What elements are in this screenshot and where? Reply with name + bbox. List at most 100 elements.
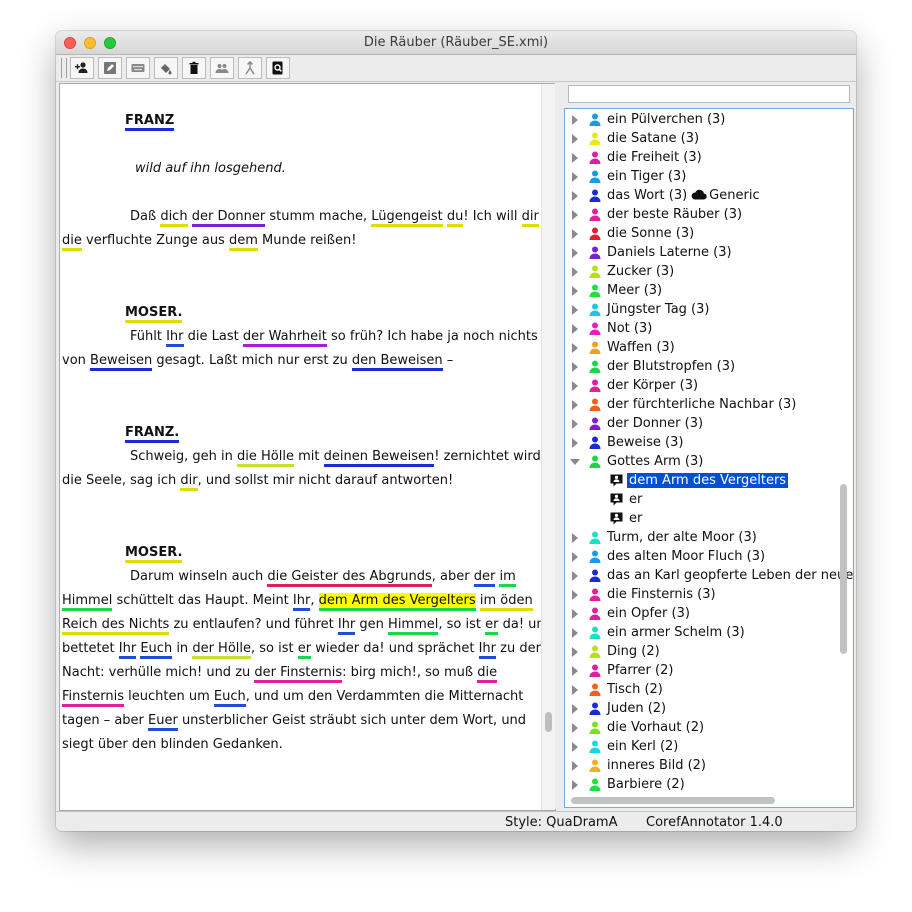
text-line[interactable]: FRANZ xyxy=(125,113,175,131)
text-line[interactable]: die verfluchte Zunge aus dem Munde reiße… xyxy=(62,233,356,251)
expand-arrow-icon[interactable] xyxy=(572,134,578,144)
mention-span[interactable]: dir xyxy=(521,209,539,227)
expand-arrow-icon[interactable] xyxy=(572,742,578,752)
editor-scrollbar[interactable] xyxy=(541,84,555,810)
mention-span[interactable]: den Beweisen xyxy=(351,353,443,371)
text-line[interactable]: tagen – aber Euer unsterblicher Geist st… xyxy=(62,713,526,731)
tree-entity-item[interactable]: Ding (2) xyxy=(565,643,845,662)
mention-span[interactable]: die xyxy=(62,233,82,251)
expand-arrow-icon[interactable] xyxy=(572,229,578,239)
tree-entity-item[interactable]: ein Opfer (3) xyxy=(565,605,845,624)
tree-entity-item[interactable]: Tisch (2) xyxy=(565,681,845,700)
entity-tree[interactable]: Barbiere (2) inneres Bild (2) ein Kerl (2)… xyxy=(564,108,854,808)
editor-scrollbar-thumb[interactable] xyxy=(545,712,552,732)
collapse-arrow-icon[interactable] xyxy=(570,459,580,465)
color-button[interactable] xyxy=(154,57,178,79)
tree-entity-item[interactable]: ein Tiger (3) xyxy=(565,168,845,187)
tree-entity-item[interactable]: Barbiere (2) xyxy=(565,776,845,795)
expand-arrow-icon[interactable] xyxy=(572,590,578,600)
tree-horizontal-scrollbar[interactable] xyxy=(571,797,775,804)
expand-arrow-icon[interactable] xyxy=(572,704,578,714)
tree-entity-item[interactable]: des alten Moor Fluch (3) xyxy=(565,548,845,567)
split-pane-divider[interactable]: ⁞ xyxy=(555,83,563,809)
mention-span[interactable]: MOSER. xyxy=(125,545,183,563)
tree-entity-item[interactable]: Pfarrer (2) xyxy=(565,662,845,681)
expand-arrow-icon[interactable] xyxy=(572,286,578,296)
expand-arrow-icon[interactable] xyxy=(572,248,578,258)
mention-span[interactable]: Ihr xyxy=(166,329,184,347)
text-line[interactable]: Fühlt Ihr die Last der Wahrheit so früh?… xyxy=(130,329,538,347)
expand-arrow-icon[interactable] xyxy=(572,723,578,733)
mention-span[interactable]: die Hölle xyxy=(237,449,294,467)
mention-span[interactable]: im xyxy=(499,569,516,587)
expand-arrow-icon[interactable] xyxy=(572,153,578,163)
mention-span[interactable]: der xyxy=(473,569,496,587)
text-line[interactable]: Darum winseln auch die Geister des Abgru… xyxy=(130,569,516,587)
expand-arrow-icon[interactable] xyxy=(572,324,578,334)
tree-entity-item[interactable]: ein Kerl (2) xyxy=(565,738,845,757)
mention-span[interactable]: Ihr xyxy=(337,617,356,635)
mention-span[interactable]: dir xyxy=(180,473,198,491)
tree-mention-item[interactable]: er xyxy=(565,510,845,529)
tree-entity-item[interactable]: Jüngster Tag (3) xyxy=(565,301,845,320)
expand-arrow-icon[interactable] xyxy=(572,362,578,372)
keyboard-button[interactable] xyxy=(126,57,150,79)
tree-entity-item[interactable]: die Finsternis (3) xyxy=(565,586,845,605)
text-line[interactable]: Finsternis leuchten um Euch, und um den … xyxy=(62,689,523,707)
mention-span[interactable]: du xyxy=(446,209,464,227)
mention-span[interactable]: MOSER. xyxy=(125,305,183,323)
tree-entity-item[interactable]: Zucker (3) xyxy=(565,263,845,282)
mention-span[interactable]: Himmel xyxy=(388,617,439,635)
text-line[interactable]: Schweig, geh in die Hölle mit deinen Bew… xyxy=(130,449,541,467)
expand-arrow-icon[interactable] xyxy=(572,115,578,125)
edit-button[interactable] xyxy=(98,57,122,79)
mention-span[interactable]: der Donner xyxy=(191,209,266,227)
expand-arrow-icon[interactable] xyxy=(572,552,578,562)
tree-entity-item[interactable]: der Körper (3) xyxy=(565,377,845,396)
expand-arrow-icon[interactable] xyxy=(572,647,578,657)
delete-button[interactable] xyxy=(182,57,206,79)
expand-arrow-icon[interactable] xyxy=(572,533,578,543)
tree-entity-item[interactable]: Beweise (3) xyxy=(565,434,845,453)
mention-span[interactable]: Ihr xyxy=(478,641,496,659)
expand-arrow-icon[interactable] xyxy=(572,343,578,353)
tree-vertical-scrollbar[interactable] xyxy=(840,484,847,654)
text-line[interactable]: Nacht: verhülle mich! und zu der Finster… xyxy=(62,665,498,683)
mention-span[interactable]: Ihr xyxy=(118,641,137,659)
mention-span[interactable]: der Hölle xyxy=(192,641,251,659)
tree-entity-item[interactable]: der Donner (3) xyxy=(565,415,845,434)
toolbar-grip[interactable] xyxy=(61,58,67,78)
expand-arrow-icon[interactable] xyxy=(572,780,578,790)
text-line[interactable]: MOSER. xyxy=(125,545,183,563)
text-editor[interactable]: FRANZ wild auf ihn losgehend. Daß dich der… xyxy=(59,83,556,811)
mention-span[interactable]: Beweisen xyxy=(90,353,153,371)
tree-entity-item[interactable]: inneres Bild (2) xyxy=(565,757,845,776)
tree-entity-item[interactable]: ein Pülverchen (3) xyxy=(565,111,845,130)
mention-span[interactable]: Ihr xyxy=(292,593,311,611)
expand-arrow-icon[interactable] xyxy=(572,761,578,771)
text-line[interactable]: Reich des Nichts zu entlaufen? und führe… xyxy=(62,617,553,635)
expand-arrow-icon[interactable] xyxy=(572,571,578,581)
mention-span[interactable]: Finsternis xyxy=(62,689,124,707)
tree-entity-item[interactable]: Daniels Laterne (3) xyxy=(565,244,845,263)
tree-entity-item[interactable]: die Vorhaut (2) xyxy=(565,719,845,738)
mention-span[interactable]: der Finsternis xyxy=(254,665,343,683)
text-line[interactable]: MOSER. xyxy=(125,305,183,323)
tree-entity-item[interactable]: die Freiheit (3) xyxy=(565,149,845,168)
expand-arrow-icon[interactable] xyxy=(572,438,578,448)
expand-arrow-icon[interactable] xyxy=(572,267,578,277)
expand-arrow-icon[interactable] xyxy=(572,666,578,676)
expand-arrow-icon[interactable] xyxy=(572,191,578,201)
tree-entity-item[interactable]: das an Karl geopferte Leben der neue xyxy=(565,567,853,586)
tree-entity-item[interactable]: der beste Räuber (3) xyxy=(565,206,845,225)
tree-entity-item[interactable]: der fürchterliche Nachbar (3) xyxy=(565,396,845,415)
mention-span[interactable]: die Geister des Abgrunds xyxy=(267,569,432,587)
entity-search-input[interactable] xyxy=(568,85,850,103)
expand-arrow-icon[interactable] xyxy=(572,609,578,619)
mention-span[interactable]: im öden xyxy=(479,593,533,611)
mention-span[interactable]: dich xyxy=(160,209,188,227)
tree-entity-item[interactable]: ein armer Schelm (3) xyxy=(565,624,845,643)
expand-arrow-icon[interactable] xyxy=(572,628,578,638)
tree-entity-item[interactable]: Turm, der alte Moor (3) xyxy=(565,529,845,548)
tree-entity-item[interactable]: Gottes Arm (3) xyxy=(565,453,845,472)
